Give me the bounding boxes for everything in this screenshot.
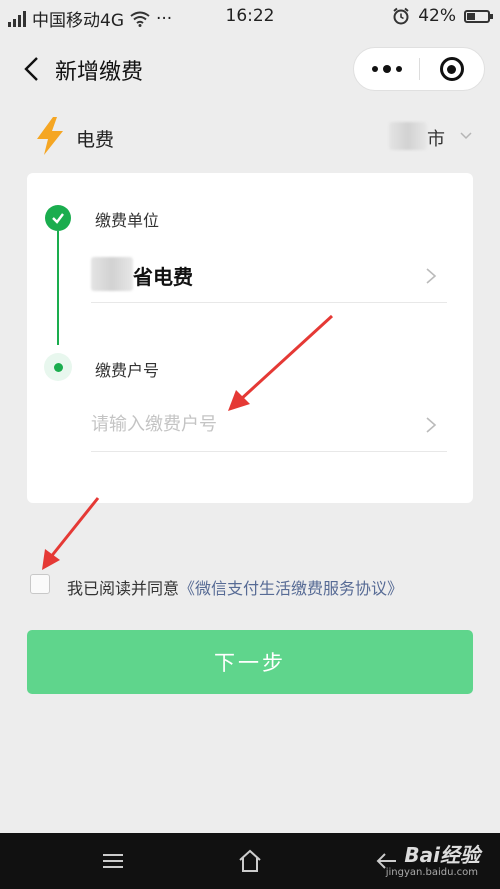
agreement-checkbox[interactable] <box>30 574 50 594</box>
home-icon <box>239 849 261 872</box>
payment-unit-selector[interactable]: 省电费 <box>91 253 447 303</box>
page-title: 新增缴费 <box>55 60 144 85</box>
city-suffix[interactable]: 市 <box>427 125 445 151</box>
more-button[interactable] <box>354 48 419 90</box>
account-step-label: 缴费户号 <box>95 361 160 380</box>
chevron-left-icon <box>24 57 38 81</box>
agreement-row: 我已阅读并同意《微信支付生活缴费服务协议》 <box>30 572 470 598</box>
chevron-down-icon[interactable] <box>460 130 472 142</box>
province-name-blurred <box>91 257 133 291</box>
battery-icon <box>464 9 493 23</box>
battery-fill <box>467 12 476 20</box>
chevron-right-icon <box>426 268 437 284</box>
agreement-prefix: 我已阅读并同意 <box>67 579 180 598</box>
payment-steps-card: 缴费单位 省电费 缴费户号 <box>27 173 473 503</box>
status-right: 42% <box>392 6 493 26</box>
agreement-link[interactable]: 《微信支付生活缴费服务协议》 <box>179 579 403 598</box>
agreement-text: 我已阅读并同意《微信支付生活缴费服务协议》 <box>67 575 403 599</box>
nav-bar: 新增缴费 <box>0 34 500 104</box>
account-number-row <box>91 401 447 452</box>
unit-step-label: 缴费单位 <box>95 211 160 230</box>
lightning-bolt-icon <box>37 117 63 155</box>
menu-button[interactable] <box>98 847 128 875</box>
menu-icon <box>103 854 123 868</box>
close-mini-program-button[interactable] <box>420 48 484 90</box>
battery-percent: 42% <box>418 6 456 26</box>
back-button[interactable] <box>16 52 46 86</box>
watermark-url: jingyan.baidu.com <box>385 867 478 878</box>
alarm-icon <box>393 7 409 25</box>
next-step-button[interactable]: 下一步 <box>27 630 473 694</box>
annotation-arrow-to-checkbox <box>42 497 100 570</box>
baidu-jingyan-watermark: Bai经验 <box>404 843 480 867</box>
system-nav-bar: Bai经验 jingyan.baidu.com <box>0 833 500 889</box>
chevron-right-icon[interactable] <box>425 416 437 434</box>
step-connector-line <box>57 231 59 345</box>
fee-type-row: 电费 市 <box>0 110 500 165</box>
home-button[interactable] <box>235 847 265 875</box>
step-current-dot-icon <box>44 353 72 381</box>
target-icon <box>439 57 464 81</box>
fee-type-label: 电费 <box>76 129 115 151</box>
step-complete-check-icon <box>45 205 71 231</box>
payment-unit-value: 省电费 <box>133 265 193 289</box>
account-number-input[interactable] <box>91 407 411 441</box>
city-name-blurred <box>389 122 427 150</box>
status-bar: 中国移动4G ··· 16:22 42% <box>0 0 500 34</box>
mini-program-capsule <box>353 47 485 91</box>
